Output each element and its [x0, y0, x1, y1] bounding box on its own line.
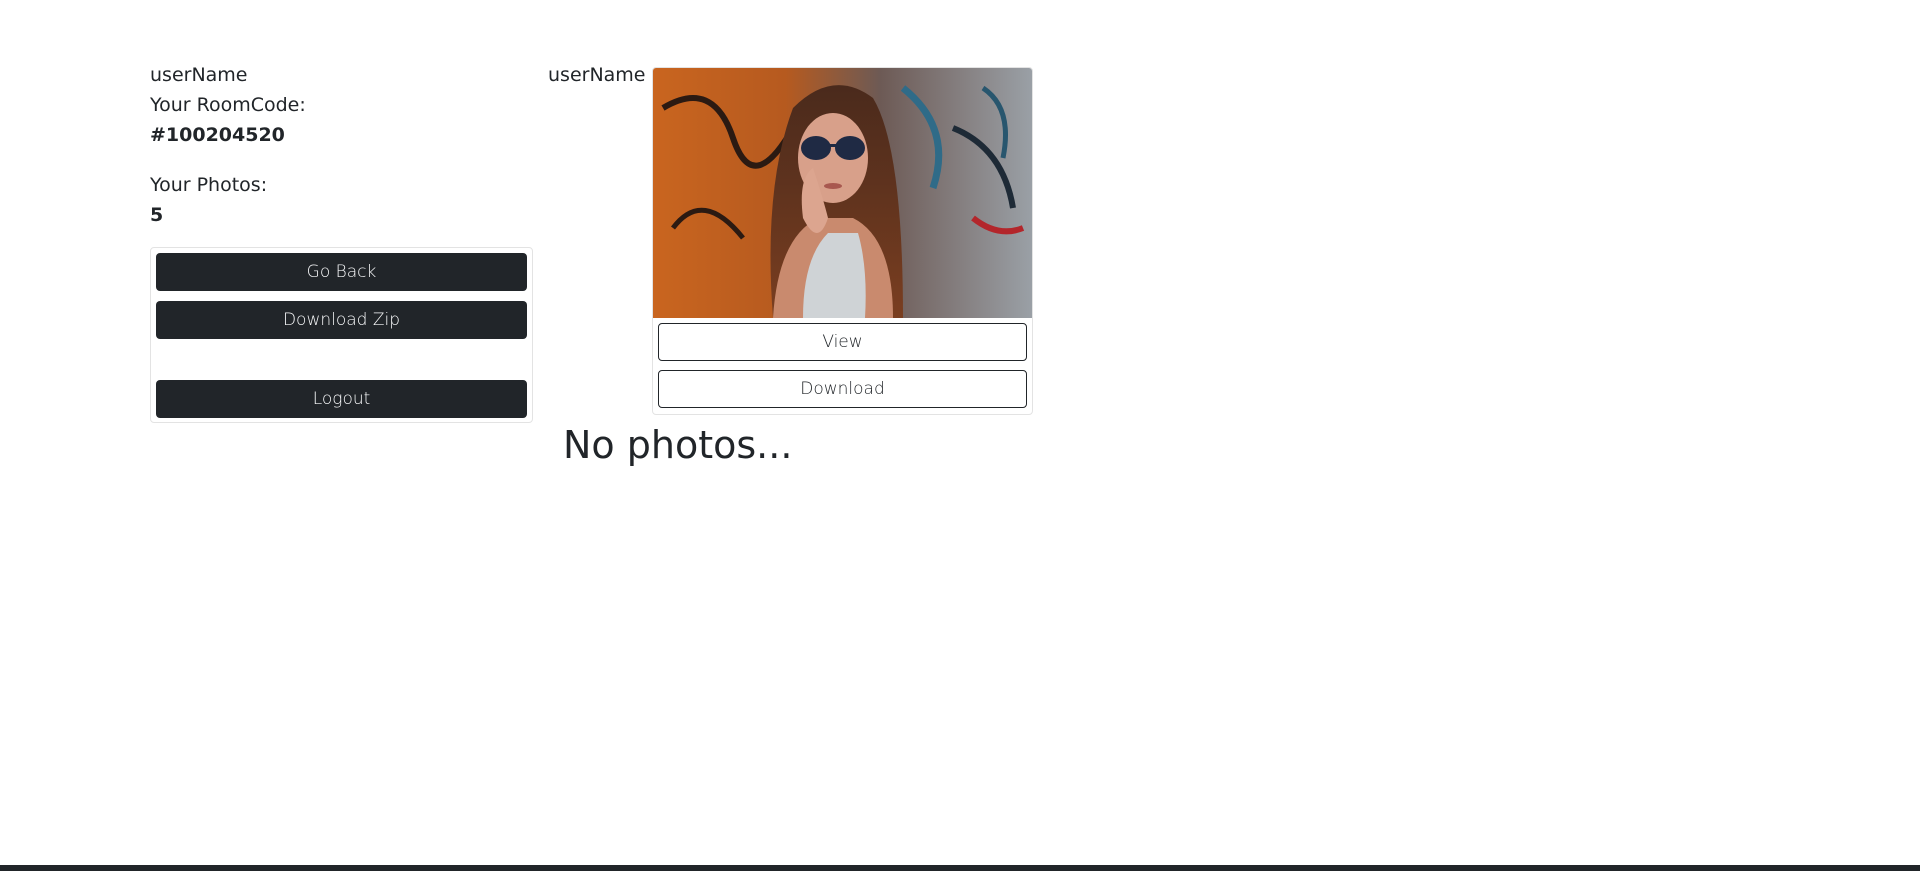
logout-button[interactable]: Logout	[156, 380, 527, 418]
view-photo-button[interactable]: View	[658, 323, 1027, 361]
photo-card: View Download	[652, 67, 1033, 415]
page: userName Your RoomCode: #100204520 Your …	[0, 0, 1920, 871]
empty-state-message: No photos...	[563, 423, 793, 467]
room-code-label: Your RoomCode:	[150, 94, 306, 116]
go-back-button[interactable]: Go Back	[156, 253, 527, 291]
photos-count: 5	[150, 204, 164, 226]
room-code-value: #100204520	[150, 124, 285, 146]
photo-owner-name: userName	[548, 64, 646, 86]
user-name: userName	[150, 64, 248, 86]
download-photo-button[interactable]: Download	[658, 370, 1027, 408]
bottom-bar	[0, 865, 1920, 871]
photo-thumbnail[interactable]	[653, 68, 1032, 318]
download-zip-button[interactable]: Download Zip	[156, 301, 527, 339]
user-info: userName Your RoomCode: #100204520 Your …	[150, 60, 534, 230]
photos-label: Your Photos:	[150, 174, 268, 196]
actions-panel: Go Back Download Zip Logout	[150, 247, 533, 423]
